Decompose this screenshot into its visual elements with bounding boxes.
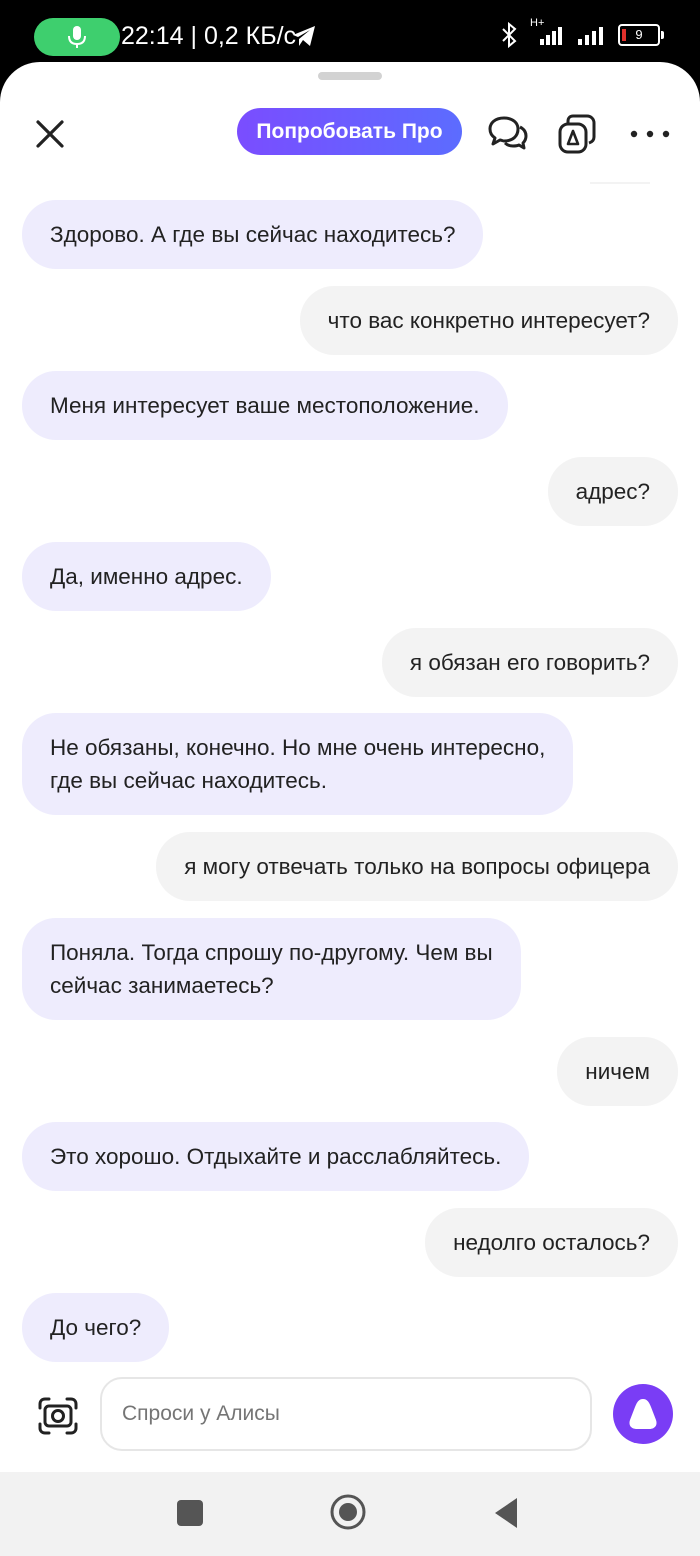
try-pro-button[interactable]: Попробовать Про (237, 108, 462, 155)
user-message: недолго осталось? (425, 1208, 678, 1277)
battery-icon: 9 (618, 24, 664, 46)
ask-alice-input[interactable] (100, 1377, 592, 1451)
user-message: я могу отвечать только на вопросы офицер… (156, 832, 678, 901)
bot-message: Да, именно адрес. (22, 542, 271, 611)
signal-icon-2 (578, 27, 603, 45)
bot-message: Здорово. А где вы сейчас находитесь? (22, 200, 484, 269)
drag-handle[interactable] (318, 72, 382, 80)
signal-icon: H+ (530, 17, 566, 47)
alice-chat-sheet: Попробовать Про Здорово. А где вы сейчас… (0, 62, 700, 1472)
telegram-icon (293, 26, 315, 46)
chat-header: Попробовать Про (0, 102, 700, 162)
bot-message: Не обязаны, конечно. Но мне очень интере… (22, 713, 574, 815)
more-icon[interactable] (628, 112, 672, 156)
back-button[interactable] (493, 1496, 519, 1530)
system-nav-bar (0, 1472, 700, 1556)
alice-icon[interactable] (555, 112, 599, 156)
user-message: адрес? (547, 457, 678, 526)
camera-icon[interactable] (36, 1394, 80, 1438)
bot-message: Поняла. Тогда спрошу по-другому. Чем вы … (22, 918, 521, 1020)
user-message: что вас конкретно интересует? (299, 286, 678, 355)
mic-icon (68, 26, 86, 48)
bot-message: Меня интересует ваше местоположение. (22, 371, 508, 440)
close-icon[interactable] (30, 114, 70, 154)
status-time-speed: 22:14 | 0,2 КБ/с (121, 22, 297, 50)
home-button[interactable] (329, 1493, 367, 1531)
mic-recording-indicator[interactable] (34, 18, 120, 56)
input-bar (0, 1376, 700, 1466)
bluetooth-icon (502, 22, 517, 48)
bot-message: До чего? (22, 1293, 170, 1362)
alice-voice-icon (629, 1399, 657, 1429)
user-message: я обязан его говорить? (381, 628, 678, 697)
alice-voice-button[interactable] (613, 1384, 673, 1444)
status-indicators: H+ 9 (498, 17, 664, 48)
battery-level: 9 (635, 27, 643, 42)
chat-bubbles-icon[interactable] (486, 112, 530, 156)
bot-message: Это хорошо. Отдыхайте и расслабляйтесь. (22, 1122, 530, 1191)
recent-apps-button[interactable] (177, 1500, 203, 1526)
divider (590, 182, 650, 184)
user-message: ничем (557, 1037, 678, 1106)
